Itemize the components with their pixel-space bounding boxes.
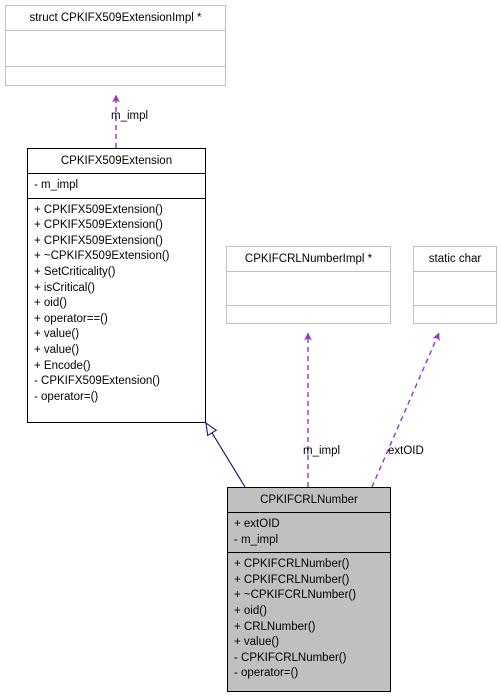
class-node-crlnumber[interactable]: CPKIFCRLNumber + extOID - m_impl + CPKIF… bbox=[227, 487, 391, 692]
attribute-row: - m_impl bbox=[34, 179, 79, 191]
attributes-compartment-crlnumberimpl bbox=[227, 272, 390, 305]
operation-row: + ~CPKIFCRLNumber() bbox=[234, 589, 357, 602]
class-title-x509extensionimpl: struct CPKIFX509ExtensionImpl * bbox=[29, 12, 202, 24]
operation-row: + ~CPKIFX509Extension() bbox=[34, 250, 170, 263]
class-node-x509extension[interactable]: CPKIFX509Extension - m_impl + CPKIFX509E… bbox=[27, 148, 206, 423]
operations-compartment-staticchar bbox=[414, 306, 496, 339]
attributes-compartment-x509extensionimpl bbox=[6, 31, 225, 66]
operation-row: + CRLNumber() bbox=[234, 620, 316, 633]
class-title-crlnumberimpl: CPKIFCRLNumberImpl * bbox=[244, 253, 373, 265]
class-title-staticchar: static char bbox=[428, 253, 482, 265]
attribute-row: - m_impl bbox=[234, 533, 279, 546]
operation-row: + CPKIFX509Extension() bbox=[34, 234, 163, 247]
operation-row: + CPKIFCRLNumber() bbox=[234, 573, 350, 586]
edge-label-x509extension-m-impl: m_impl bbox=[111, 110, 149, 122]
operation-row: + CPKIFX509Extension() bbox=[34, 219, 163, 232]
edge-crlnumber-inherits-x509extension bbox=[205, 421, 246, 488]
operation-row: + value() bbox=[34, 343, 80, 356]
operation-row: - operator=() bbox=[34, 390, 99, 403]
attributes-compartment-x509extension: - m_impl bbox=[28, 174, 205, 198]
operation-row: - CPKIFX509Extension() bbox=[34, 375, 160, 388]
operation-row: + CPKIFCRLNumber() bbox=[234, 558, 350, 571]
operation-row: + value() bbox=[234, 636, 280, 649]
edge-crlnumber-extoid bbox=[371, 332, 440, 488]
operations-compartment-crlnumber: + CPKIFCRLNumber() + CPKIFCRLNumber() + … bbox=[228, 553, 390, 686]
operations-compartment-x509extension: + CPKIFX509Extension() + CPKIFX509Extens… bbox=[28, 199, 205, 410]
operation-row: + value() bbox=[34, 328, 80, 341]
operation-row: - CPKIFCRLNumber() bbox=[234, 651, 347, 664]
operation-row: + isCritical() bbox=[34, 281, 96, 294]
operation-row: + oid() bbox=[234, 604, 267, 617]
operation-row: + operator==() bbox=[34, 312, 108, 325]
edge-label-crlnumber-m-impl: m_impl bbox=[303, 445, 341, 457]
operation-row: + Encode() bbox=[34, 359, 91, 372]
class-title-crlnumber: CPKIFCRLNumber bbox=[260, 494, 358, 506]
operations-compartment-x509extensionimpl bbox=[6, 67, 225, 102]
attributes-compartment-staticchar bbox=[414, 272, 496, 305]
class-title-x509extension: CPKIFX509Extension bbox=[60, 155, 173, 167]
operation-row: + oid() bbox=[34, 297, 67, 310]
edge-label-crlnumber-extoid: extOID bbox=[388, 445, 424, 457]
operation-row: - operator=() bbox=[234, 667, 299, 680]
attribute-row: + extOID bbox=[234, 518, 280, 530]
attributes-compartment-crlnumber: + extOID - m_impl bbox=[228, 513, 390, 552]
operation-row: + SetCriticality() bbox=[34, 265, 116, 278]
class-node-x509extensionimpl[interactable]: struct CPKIFX509ExtensionImpl * bbox=[5, 5, 226, 86]
operations-compartment-crlnumberimpl bbox=[227, 306, 390, 339]
uml-class-diagram: struct CPKIFX509ExtensionImpl* (usage, d… bbox=[0, 0, 501, 699]
class-node-staticchar[interactable]: static char bbox=[413, 246, 497, 324]
operation-row: + CPKIFX509Extension() bbox=[34, 203, 163, 216]
class-node-crlnumberimpl[interactable]: CPKIFCRLNumberImpl * bbox=[226, 246, 391, 324]
